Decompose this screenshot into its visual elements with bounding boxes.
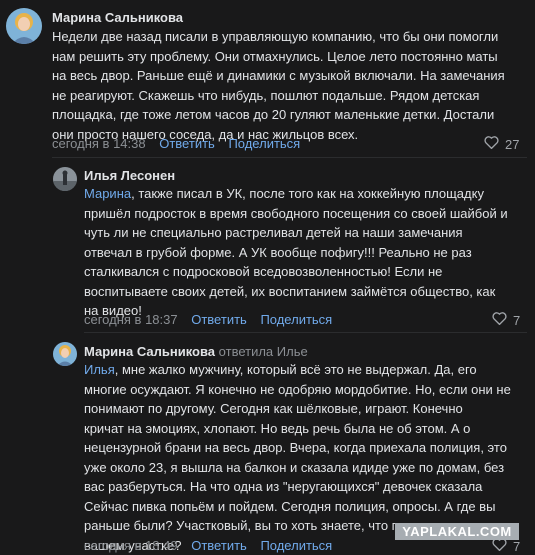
- reply-button[interactable]: Ответить: [191, 312, 247, 327]
- watermark-logo: YAPLAKAL.COM: [395, 523, 519, 540]
- mention-link[interactable]: Илья: [84, 362, 115, 377]
- divider: [52, 157, 527, 158]
- author-name[interactable]: Илья Лесонен: [84, 168, 175, 183]
- replied-to[interactable]: ответила Илье: [219, 344, 308, 359]
- author-name[interactable]: Марина Сальникова ответила Илье: [84, 344, 308, 359]
- share-button[interactable]: Поделиться: [260, 538, 332, 553]
- share-button[interactable]: Поделиться: [228, 136, 300, 151]
- avatar[interactable]: [53, 342, 77, 366]
- like-button[interactable]: 27: [484, 136, 519, 152]
- reply-button[interactable]: Ответить: [191, 538, 247, 553]
- comment-footer: сегодня в 14:38 Ответить Поделиться: [52, 136, 300, 151]
- heart-icon: [484, 136, 499, 152]
- mention-link[interactable]: Марина: [84, 186, 131, 201]
- like-count: 27: [505, 136, 520, 152]
- comment-footer: сегодня в 18:49 Ответить Поделиться: [84, 538, 332, 553]
- like-count: 7: [513, 312, 521, 328]
- like-count: 7: [513, 538, 521, 554]
- timestamp[interactable]: сегодня в 18:37: [84, 312, 178, 327]
- author-name[interactable]: Марина Сальникова: [52, 10, 183, 25]
- timestamp[interactable]: сегодня в 14:38: [52, 136, 146, 151]
- timestamp[interactable]: сегодня в 18:49: [84, 538, 178, 553]
- heart-icon: [492, 312, 507, 328]
- like-button[interactable]: 7: [492, 312, 520, 328]
- comment-text: Недели две назад писали в управляющую ко…: [52, 29, 505, 142]
- avatar[interactable]: [53, 167, 77, 191]
- share-button[interactable]: Поделиться: [260, 312, 332, 327]
- heart-icon: [492, 538, 507, 554]
- comment-footer: сегодня в 18:37 Ответить Поделиться: [84, 312, 332, 327]
- divider: [84, 332, 527, 333]
- like-button[interactable]: 7: [492, 538, 520, 554]
- reply-button[interactable]: Ответить: [159, 136, 215, 151]
- comment-text: Марина, также писал в УК, после того как…: [84, 186, 508, 318]
- avatar[interactable]: [6, 8, 42, 44]
